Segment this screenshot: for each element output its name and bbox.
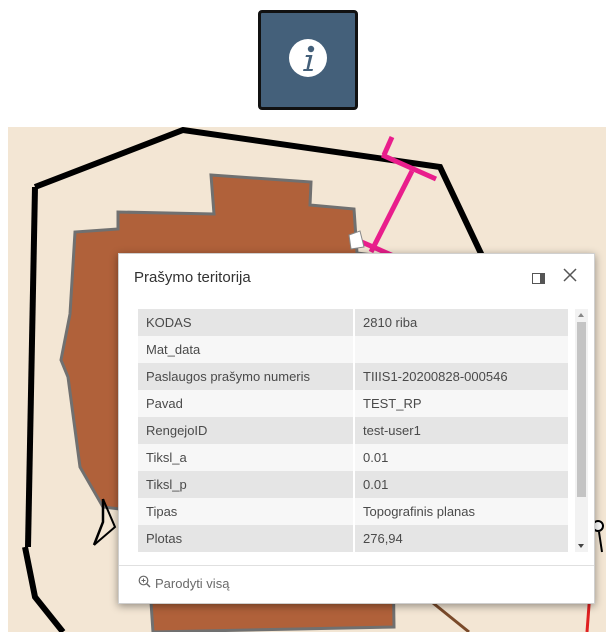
info-button[interactable] xyxy=(258,10,358,110)
scroll-up-arrow-icon[interactable] xyxy=(578,313,584,317)
attribute-key: Mat_data xyxy=(138,336,355,363)
maximize-button[interactable] xyxy=(532,271,545,284)
table-row: RengejoID test-user1 xyxy=(138,417,568,444)
attribute-value: test-user1 xyxy=(354,417,568,444)
maximize-icon xyxy=(532,271,545,288)
attribute-key: RengejoID xyxy=(138,417,355,444)
attribute-table: KODAS 2810 riba Mat_data Paslaugos prašy… xyxy=(138,309,568,552)
zoom-in-icon xyxy=(138,575,151,591)
attribute-value: Topografinis planas xyxy=(354,498,568,525)
attribute-key: KODAS xyxy=(138,309,355,336)
table-row: Pavad TEST_RP xyxy=(138,390,568,417)
attribute-key: Plotas xyxy=(138,525,355,552)
attribute-key: Paslaugos prašymo numeris xyxy=(138,363,355,390)
show-all-label: Parodyti visą xyxy=(155,575,230,591)
attribute-key: Tiksl_a xyxy=(138,444,355,471)
popup-scrollbar[interactable] xyxy=(575,309,588,552)
attribute-value: TIIIS1-20200828-000546 xyxy=(354,363,568,390)
attribute-value xyxy=(354,336,568,363)
feature-popup: Prašymo teritorija KODAS 2810 riba Mat_d… xyxy=(118,253,595,604)
table-row: Paslaugos prašymo numeris TIIIS1-2020082… xyxy=(138,363,568,390)
attribute-key: Tiksl_p xyxy=(138,471,355,498)
attribute-value: TEST_RP xyxy=(354,390,568,417)
scrollbar-thumb[interactable] xyxy=(577,322,586,497)
close-icon xyxy=(561,268,579,288)
attribute-value: 276,94 xyxy=(354,525,568,552)
attribute-key: Tipas xyxy=(138,498,355,525)
popup-divider xyxy=(119,565,594,566)
scroll-down-arrow-icon[interactable] xyxy=(578,544,584,548)
table-row: Plotas 276,94 xyxy=(138,525,568,552)
table-row: Tipas Topografinis planas xyxy=(138,498,568,525)
close-button[interactable] xyxy=(561,266,579,284)
popup-title: Prašymo teritorija xyxy=(134,269,251,286)
info-icon xyxy=(288,38,328,83)
attribute-key: Pavad xyxy=(138,390,355,417)
table-row: Mat_data xyxy=(138,336,568,363)
table-row: Tiksl_p 0.01 xyxy=(138,471,568,498)
table-row: Tiksl_a 0.01 xyxy=(138,444,568,471)
table-row: KODAS 2810 riba xyxy=(138,309,568,336)
show-all-link[interactable]: Parodyti visą xyxy=(138,575,229,591)
attribute-value: 0.01 xyxy=(354,444,568,471)
attribute-value: 0.01 xyxy=(354,471,568,498)
attribute-value: 2810 riba xyxy=(354,309,568,336)
boundary-line xyxy=(22,546,66,632)
